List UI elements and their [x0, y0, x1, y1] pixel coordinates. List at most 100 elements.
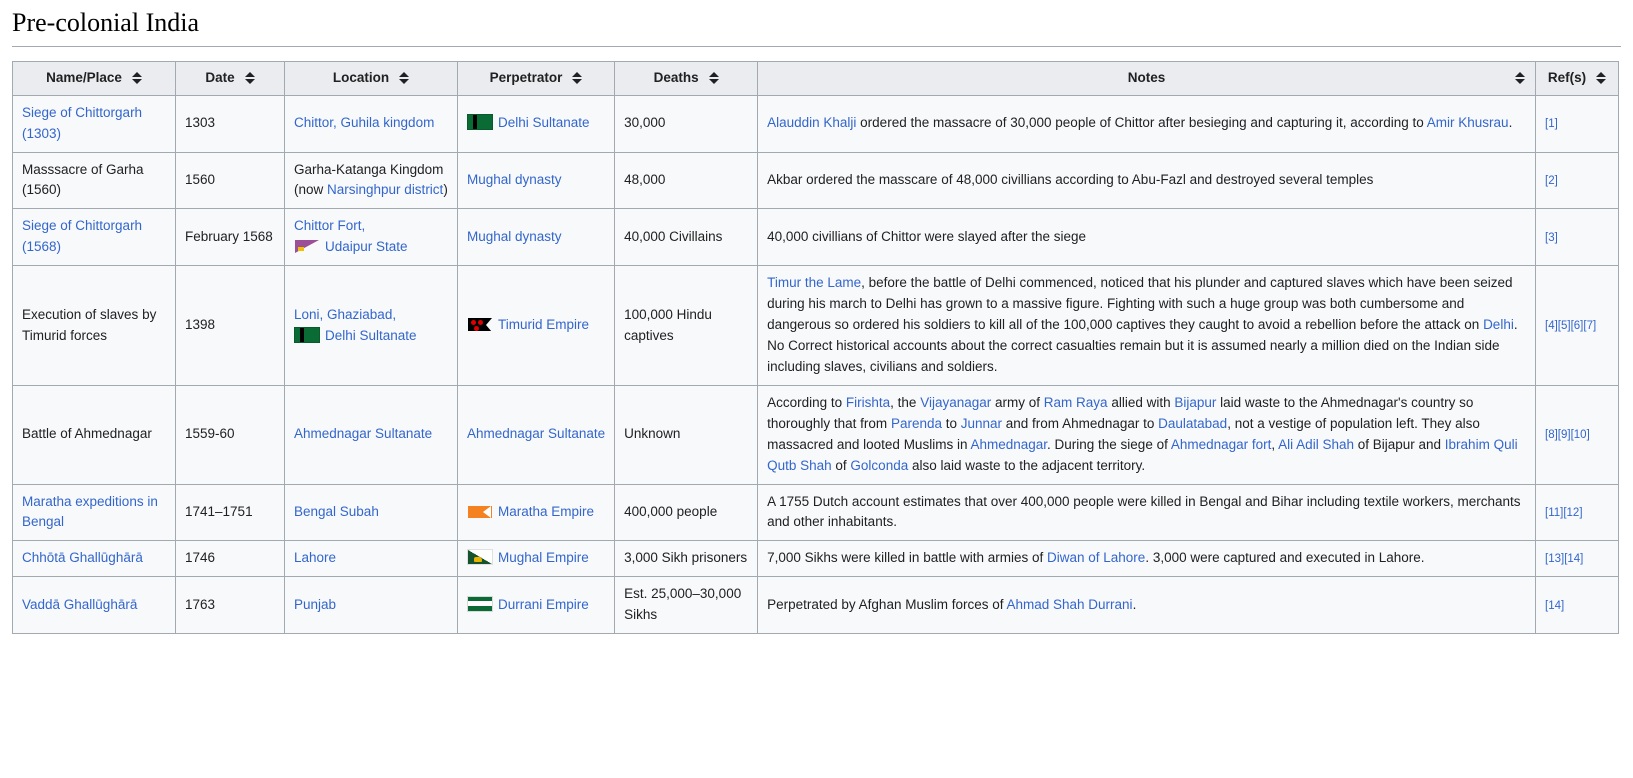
cell-perpetrator-content: Timurid Empire [467, 317, 589, 332]
cell-deaths: Est. 25,000–30,000 Sikhs [614, 576, 759, 635]
cell-deaths: 48,000 [614, 151, 759, 210]
location-label[interactable]: Loni, Ghaziabad, [294, 307, 396, 322]
cell-refs: [14] [1535, 576, 1619, 635]
column-header-name-place[interactable]: Name/Place [12, 60, 176, 96]
notes-link[interactable]: Ahmednagar [970, 437, 1047, 452]
reference-link[interactable]: [12] [1563, 507, 1582, 519]
cell-notes: Timur the Lame, before the battle of Del… [757, 265, 1536, 386]
table-row: Maratha expeditions in Bengal 1741–1751 Be… [12, 483, 1619, 542]
reference-link[interactable]: [7] [1583, 320, 1596, 332]
column-header-location[interactable]: Location [284, 60, 458, 96]
cell-date: February 1568 [175, 208, 285, 267]
name-place-label[interactable]: Siege of Chittorgarh (1303) [22, 105, 142, 141]
cell-perpetrator-label[interactable]: Maratha Empire [498, 504, 594, 519]
date-label: 1398 [185, 317, 216, 333]
maratha-empire-flag [467, 503, 493, 519]
column-header-deaths[interactable]: Deaths [614, 60, 759, 96]
cell-perpetrator-label[interactable]: Mughal dynasty [467, 172, 562, 187]
location-label[interactable]: Ahmednagar Sultanate [294, 426, 432, 441]
notes-link[interactable]: Ahmad Shah Durrani [1006, 597, 1132, 612]
notes-link[interactable]: Amir Khusrau [1427, 115, 1509, 130]
reference-link[interactable]: [11] [1545, 507, 1563, 519]
notes-text: . 3,000 were captured and executed in La… [1145, 550, 1425, 566]
reference-link[interactable]: [9] [1558, 429, 1571, 441]
reference-link[interactable]: [6] [1571, 320, 1584, 332]
reference-link[interactable]: [2] [1545, 175, 1558, 187]
name-place-label[interactable]: Chhōtā Ghallūghārā [22, 550, 143, 565]
location-label[interactable]: Bengal Subah [294, 504, 379, 519]
reference-link[interactable]: [10] [1571, 429, 1590, 441]
notes-text: ordered the massacre of 30,000 people of… [856, 115, 1427, 131]
name-place-label[interactable]: Maratha expeditions in Bengal [22, 494, 158, 530]
deaths-label: 48,000 [624, 172, 666, 188]
notes-link[interactable]: Delhi [1483, 317, 1514, 332]
notes-link[interactable]: Vijayanagar [920, 395, 991, 410]
notes-link[interactable]: Alauddin Khalji [767, 115, 856, 130]
cell-name-place: Siege of Chittorgarh (1568) [12, 208, 176, 267]
notes-link[interactable]: Junnar [961, 416, 1002, 431]
cell-perpetrator-label[interactable]: Durrani Empire [498, 597, 589, 612]
sort-arrows-icon[interactable] [244, 72, 255, 85]
cell-perpetrator-label[interactable]: Mughal Empire [498, 550, 589, 565]
notes-link[interactable]: Parenda [891, 416, 942, 431]
reference-link[interactable]: [3] [1545, 232, 1558, 244]
notes-link[interactable]: Timur the Lame [767, 275, 861, 290]
notes-link[interactable]: Diwan of Lahore [1047, 550, 1145, 565]
cell-date: 1559-60 [175, 384, 285, 485]
sort-arrows-icon[interactable] [131, 72, 142, 85]
column-header-label: Location [332, 69, 390, 85]
cell-perpetrator-label[interactable]: Timurid Empire [498, 317, 589, 332]
column-header-perpetrator[interactable]: Perpetrator [456, 60, 616, 96]
location-label[interactable]: Punjab [294, 597, 336, 612]
name-place-label[interactable]: Vaddā Ghallūghārā [22, 597, 137, 612]
cell-notes: According to Firishta, the Vijayanagar a… [757, 384, 1536, 485]
notes-link[interactable]: Firishta [846, 395, 890, 410]
page-title: Pre-colonial India [12, 6, 1621, 47]
reference-link[interactable]: [14] [1564, 553, 1583, 565]
cell-perpetrator-label[interactable]: Delhi Sultanate [498, 115, 590, 130]
location-label[interactable]: Chittor, Guhila kingdom [294, 115, 434, 130]
cell-name-place: Execution of slaves by Timurid forces [12, 265, 176, 386]
location-label[interactable]: Narsinghpur district [327, 182, 443, 197]
reference-link[interactable]: [1] [1545, 118, 1558, 130]
table-row: Siege of Chittorgarh (1568) February 1568… [12, 208, 1619, 267]
notes-link[interactable]: Daulatabad [1158, 416, 1227, 431]
sort-arrows-icon[interactable] [572, 72, 583, 85]
cell-name-place: Vaddā Ghallūghārā [12, 576, 176, 635]
sort-arrows-icon[interactable] [399, 72, 410, 85]
cell-perpetrator-label[interactable]: Ahmednagar Sultanate [467, 426, 605, 441]
name-place-label: Execution of slaves by Timurid forces [22, 306, 157, 343]
reference-link[interactable]: [5] [1558, 320, 1571, 332]
sort-arrows-icon[interactable] [1596, 72, 1607, 85]
notes-link[interactable]: Golconda [850, 458, 908, 473]
column-header-label: Deaths [653, 69, 699, 85]
cell-perpetrator-content: Ahmednagar Sultanate [467, 426, 605, 441]
notes-link[interactable]: Ahmednagar fort [1171, 437, 1272, 452]
table-row: Siege of Chittorgarh (1303) 1303 Chittor, … [12, 94, 1619, 153]
reference-link[interactable]: [13] [1545, 553, 1564, 565]
mughal-empire-flag [467, 549, 493, 566]
name-place-label[interactable]: Siege of Chittorgarh (1568) [22, 218, 142, 254]
reference-link[interactable]: [8] [1545, 429, 1558, 441]
reference-link[interactable]: [4] [1545, 320, 1558, 332]
location-label[interactable]: Chittor Fort, [294, 218, 365, 233]
location-label[interactable]: Lahore [294, 550, 336, 565]
column-header-notes[interactable]: Notes [757, 60, 1536, 96]
cell-perpetrator: Mughal Empire [456, 540, 616, 578]
column-header-date[interactable]: Date [175, 60, 285, 96]
timurid-empire-flag [467, 316, 493, 332]
deaths-label: 30,000 [624, 115, 666, 131]
reference-link[interactable]: [14] [1545, 600, 1564, 612]
column-header-refs[interactable]: Ref(s) [1535, 60, 1619, 96]
sort-arrows-icon[interactable] [1515, 72, 1525, 85]
cell-perpetrator-label[interactable]: Mughal dynasty [467, 229, 562, 244]
sort-arrows-icon[interactable] [708, 72, 719, 85]
location-label[interactable]: Udaipur State [325, 239, 408, 254]
notes-link[interactable]: Ali Adil Shah [1278, 437, 1354, 452]
notes-link[interactable]: Bijapur [1174, 395, 1216, 410]
cell-refs: [3] [1535, 208, 1619, 267]
column-header-label: Ref(s) [1547, 69, 1587, 85]
notes-link[interactable]: Ram Raya [1044, 395, 1108, 410]
deaths-label: 3,000 Sikh prisoners [624, 550, 748, 566]
location-label[interactable]: Delhi Sultanate [325, 328, 417, 343]
